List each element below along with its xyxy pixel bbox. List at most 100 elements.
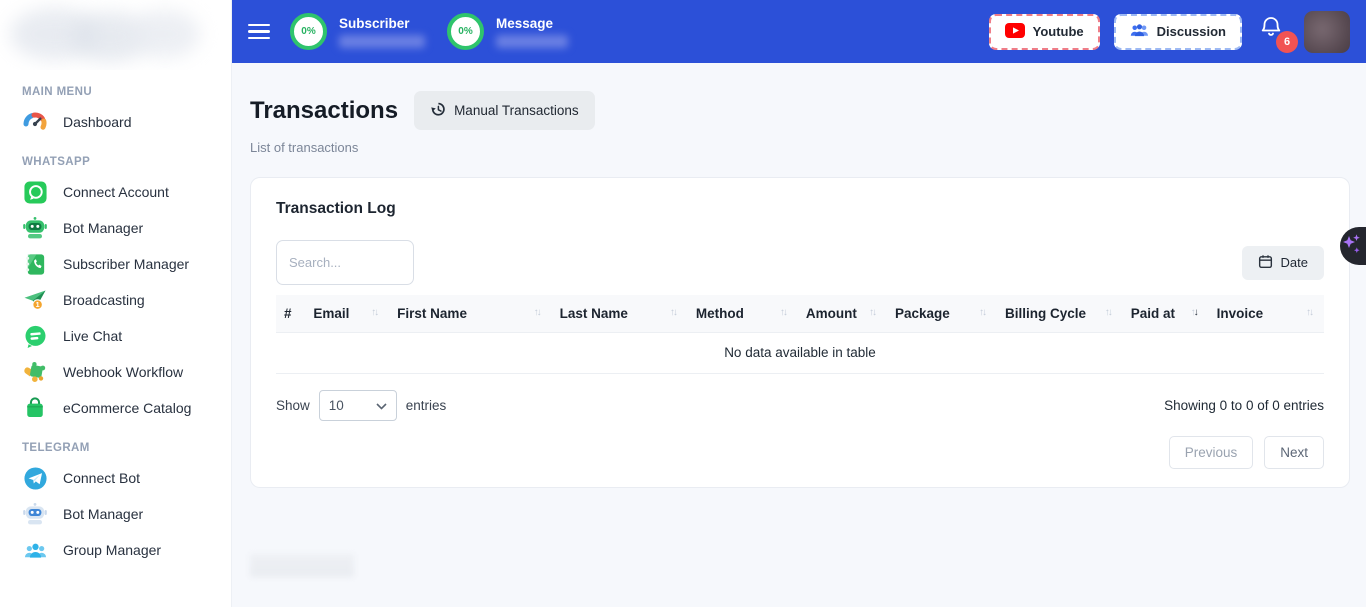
telegram-icon <box>22 465 48 491</box>
sidebar-item-label: Connect Account <box>63 184 169 200</box>
page-size-value: 10 <box>329 398 344 413</box>
subscriber-stat-label: Subscriber <box>339 16 425 31</box>
show-label: Show <box>276 398 310 413</box>
menu-toggle-button[interactable] <box>248 24 270 40</box>
sidebar-item-connect-account[interactable]: Connect Account <box>0 174 231 210</box>
sidebar: MAIN MENU Dashboard WHATSAPP Connect Acc… <box>0 0 232 607</box>
col-first-name[interactable]: First Name↑↓ <box>389 295 551 333</box>
next-page-button[interactable]: Next <box>1264 436 1324 469</box>
topbar: 0% Subscriber 0% Message Youtube <box>232 0 1366 63</box>
section-header-whatsapp: WHATSAPP <box>22 156 231 168</box>
col-paid-at[interactable]: Paid at↑↓ <box>1123 295 1209 333</box>
sidebar-item-live-chat[interactable]: Live Chat <box>0 318 231 354</box>
sort-icon: ↑↓ <box>979 306 989 320</box>
sidebar-item-label: Webhook Workflow <box>63 364 183 380</box>
sort-icon: ↑↓ <box>780 306 790 320</box>
previous-page-button[interactable]: Previous <box>1169 436 1254 469</box>
sidebar-item-dashboard[interactable]: Dashboard <box>0 104 231 140</box>
transaction-log-card: Transaction Log Date <box>250 177 1350 488</box>
col-invoice[interactable]: Invoice↑↓ <box>1209 295 1324 333</box>
sidebar-item-group-manager[interactable]: Group Manager <box>0 532 231 568</box>
ai-assistant-button[interactable] <box>1340 227 1366 265</box>
sort-icon: ↑↓ <box>869 306 879 320</box>
message-stat-label: Message <box>496 16 568 31</box>
logo-blurred <box>0 0 232 70</box>
sort-icon: ↑↓ <box>534 306 544 320</box>
svg-text:1: 1 <box>36 300 40 309</box>
section-header-main-menu: MAIN MENU <box>22 86 231 98</box>
sidebar-item-label: Broadcasting <box>63 292 145 308</box>
dashboard-gauge-icon <box>22 109 48 135</box>
robot-icon <box>22 501 48 527</box>
paper-plane-icon: 1 <box>22 287 48 313</box>
youtube-button-label: Youtube <box>1033 24 1084 39</box>
sidebar-item-ecommerce-catalog[interactable]: eCommerce Catalog <box>0 390 231 426</box>
contacts-book-icon <box>22 251 48 277</box>
group-icon <box>22 537 48 563</box>
robot-icon <box>22 215 48 241</box>
sparkles-icon <box>1340 231 1364 262</box>
whatsapp-icon <box>22 179 48 205</box>
sidebar-item-webhook-workflow[interactable]: Webhook Workflow <box>0 354 231 390</box>
notifications-button[interactable]: 6 <box>1260 15 1290 49</box>
sidebar-item-bot-manager-telegram[interactable]: Bot Manager <box>0 496 231 532</box>
sidebar-item-label: Bot Manager <box>63 220 143 236</box>
message-value-redacted <box>496 35 568 48</box>
sidebar-item-label: Bot Manager <box>63 506 143 522</box>
subscriber-value-redacted <box>339 35 425 48</box>
sidebar-item-subscriber-manager[interactable]: Subscriber Manager <box>0 246 231 282</box>
col-last-name[interactable]: Last Name↑↓ <box>552 295 688 333</box>
shopping-bag-icon <box>22 395 48 421</box>
empty-table-message: No data available in table <box>276 333 1324 374</box>
page-size-select[interactable]: 10 <box>319 390 397 421</box>
chat-bubble-icon <box>22 323 48 349</box>
discussion-button[interactable]: Discussion <box>1114 14 1242 50</box>
history-icon <box>430 101 446 120</box>
sort-icon: ↑↓ <box>1105 306 1115 320</box>
section-header-telegram: TELEGRAM <box>22 442 231 454</box>
subscriber-progress-ring: 0% <box>290 13 327 50</box>
page-title: Transactions <box>250 97 398 125</box>
sidebar-item-label: eCommerce Catalog <box>63 400 191 416</box>
subscriber-stat: 0% Subscriber <box>290 13 425 50</box>
message-stat: 0% Message <box>447 13 568 50</box>
sidebar-item-broadcasting[interactable]: 1 Broadcasting <box>0 282 231 318</box>
avatar[interactable] <box>1304 11 1350 53</box>
col-amount[interactable]: Amount↑↓ <box>798 295 887 333</box>
entries-label: entries <box>406 398 447 413</box>
card-title: Transaction Log <box>276 200 1324 218</box>
col-index: # <box>276 295 305 333</box>
sidebar-item-connect-bot[interactable]: Connect Bot <box>0 460 231 496</box>
calendar-icon <box>1258 254 1273 272</box>
sort-icon-active: ↑↓ <box>1191 306 1201 320</box>
footer-text-redacted <box>250 554 354 577</box>
sidebar-item-label: Dashboard <box>63 114 132 130</box>
notification-count-badge: 6 <box>1276 31 1298 53</box>
sidebar-item-label: Live Chat <box>63 328 122 344</box>
youtube-icon <box>1005 23 1025 41</box>
message-progress-ring: 0% <box>447 13 484 50</box>
youtube-button[interactable]: Youtube <box>989 14 1100 50</box>
sort-icon: ↑↓ <box>371 306 381 320</box>
manual-transactions-button[interactable]: Manual Transactions <box>414 91 595 130</box>
sidebar-item-label: Subscriber Manager <box>63 256 189 272</box>
sidebar-item-bot-manager-whatsapp[interactable]: Bot Manager <box>0 210 231 246</box>
col-billing-cycle[interactable]: Billing Cycle↑↓ <box>997 295 1123 333</box>
page-subtitle: List of transactions <box>250 140 1350 155</box>
manual-transactions-label: Manual Transactions <box>454 103 579 118</box>
col-package[interactable]: Package↑↓ <box>887 295 997 333</box>
main-content: Transactions Manual Transactions List of… <box>232 63 1366 607</box>
search-input[interactable] <box>276 240 414 285</box>
sidebar-item-label: Connect Bot <box>63 470 140 486</box>
sidebar-item-label: Group Manager <box>63 542 161 558</box>
col-method[interactable]: Method↑↓ <box>688 295 798 333</box>
discussion-button-label: Discussion <box>1157 24 1226 39</box>
transactions-table: # Email↑↓ First Name↑↓ Last Name↑↓ Metho… <box>276 295 1324 374</box>
date-filter-button[interactable]: Date <box>1242 246 1324 280</box>
showing-entries-text: Showing 0 to 0 of 0 entries <box>1164 398 1324 413</box>
col-email[interactable]: Email↑↓ <box>305 295 389 333</box>
sort-icon: ↑↓ <box>670 306 680 320</box>
chevron-down-icon <box>376 398 387 413</box>
sort-icon: ↑↓ <box>1306 306 1316 320</box>
puzzle-icon <box>22 359 48 385</box>
